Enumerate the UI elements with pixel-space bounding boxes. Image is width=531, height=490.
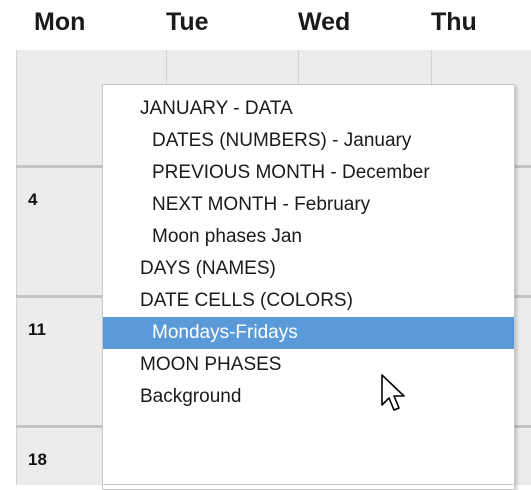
day-header-mon: Mon bbox=[34, 8, 86, 36]
menu-item-previous-month[interactable]: PREVIOUS MONTH - December bbox=[103, 157, 514, 189]
menu-item-mondays-fridays[interactable]: Mondays-Fridays bbox=[103, 317, 514, 349]
menu-item-dates-numbers[interactable]: DATES (NUMBERS) - January bbox=[103, 125, 514, 157]
menu-item-moon-phases[interactable]: MOON PHASES bbox=[103, 349, 514, 381]
grid-line bbox=[16, 50, 17, 485]
date-cell-number[interactable]: 11 bbox=[28, 320, 46, 340]
day-header-tue: Tue bbox=[166, 8, 209, 36]
menu-item-moon-phases-jan[interactable]: Moon phases Jan bbox=[103, 221, 514, 253]
mouse-pointer-icon bbox=[381, 374, 405, 411]
date-cell-number[interactable]: 4 bbox=[28, 190, 37, 210]
day-header-thu: Thu bbox=[431, 8, 477, 36]
menu-item-days-names[interactable]: DAYS (NAMES) bbox=[103, 253, 514, 285]
context-menu: JANUARY - DATA DATES (NUMBERS) - January… bbox=[102, 84, 515, 490]
date-cell-number[interactable]: 18 bbox=[28, 450, 47, 470]
menu-item-date-cells-colors[interactable]: DATE CELLS (COLORS) bbox=[103, 285, 514, 317]
day-header-wed: Wed bbox=[298, 8, 351, 36]
calendar-header: Mon Tue Wed Thu bbox=[0, 0, 531, 50]
menu-item-background[interactable]: Background bbox=[103, 381, 514, 413]
menu-item-january-data[interactable]: JANUARY - DATA bbox=[103, 93, 514, 125]
menu-item-next-month[interactable]: NEXT MONTH - February bbox=[103, 189, 514, 221]
